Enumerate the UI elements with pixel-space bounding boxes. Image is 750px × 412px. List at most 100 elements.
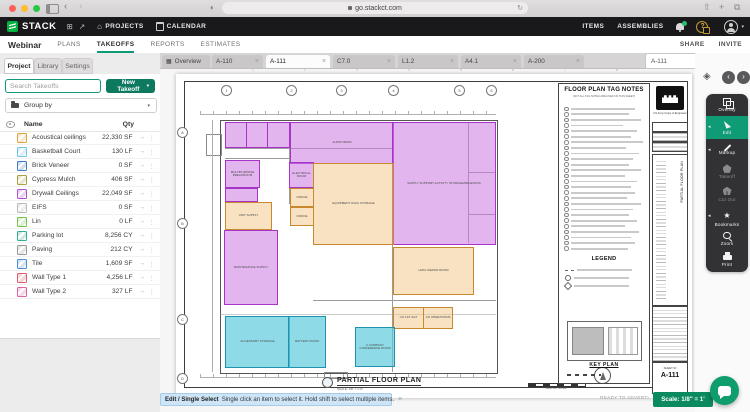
- takeoff-region[interactable]: SUPPLY SUPPORT ACTIVITY STORAGE/RECEIVIN…: [392, 122, 496, 245]
- goto-arrow-icon[interactable]: →: [139, 204, 146, 211]
- takeoff-row[interactable]: Drywall Ceilings 22,049 SF → ⋮: [0, 187, 160, 201]
- share-button[interactable]: SHARE: [680, 41, 705, 48]
- chat-launcher[interactable]: [710, 376, 739, 405]
- goto-arrow-icon[interactable]: →: [139, 288, 146, 295]
- plan-tab[interactable]: ▦ A-111 ×: [266, 55, 330, 68]
- drawing-sheet[interactable]: 123456 ABCD AUDITORIUM SUPPLY SUPPORT AC: [176, 74, 692, 398]
- fullscreen-window-button[interactable]: [33, 5, 40, 12]
- layers-icon[interactable]: ◈: [703, 71, 711, 82]
- browser-back-button[interactable]: ‹: [64, 1, 67, 12]
- goto-arrow-icon[interactable]: →: [139, 162, 146, 169]
- close-tab-icon[interactable]: ×: [576, 58, 580, 65]
- takeoff-region[interactable]: [267, 122, 290, 148]
- row-menu-icon[interactable]: ⋮: [149, 246, 156, 254]
- panel-tab-settings[interactable]: Settings: [62, 58, 93, 74]
- tool-button[interactable]: ◂ Markup: [706, 139, 748, 161]
- takeoff-row[interactable]: Acoustical ceilings 22,330 SF → ⋮: [0, 131, 160, 145]
- panel-tab-library[interactable]: Library: [34, 58, 62, 74]
- goto-arrow-icon[interactable]: →: [139, 148, 146, 155]
- row-menu-icon[interactable]: ⋮: [149, 204, 156, 212]
- browser-sidebar-icon[interactable]: [46, 4, 59, 14]
- brand-name[interactable]: STACK: [22, 21, 57, 32]
- tool-button[interactable]: ◂ Cut Out: [706, 183, 748, 205]
- notifications-bell-icon[interactable]: [676, 23, 684, 30]
- plan-tab[interactable]: ▦ A4.1 ×: [461, 55, 521, 68]
- account-caret-icon[interactable]: ▾: [741, 24, 744, 30]
- tool-button[interactable]: ◂ Takeoff: [706, 161, 748, 183]
- new-takeoff-button[interactable]: New Takeoff ▾: [106, 79, 155, 93]
- takeoff-region[interactable]: EQUIPMENT HVAC STORAGE: [313, 163, 394, 245]
- takeoff-row[interactable]: Brick Veneer 0 SF → ⋮: [0, 159, 160, 173]
- nav-items[interactable]: ITEMS: [582, 23, 604, 30]
- goto-arrow-icon[interactable]: →: [139, 190, 146, 197]
- close-tab-icon[interactable]: ×: [450, 58, 454, 65]
- takeoff-row[interactable]: Cypress Mulch 406 SF → ⋮: [0, 173, 160, 187]
- takeoff-region[interactable]: [225, 188, 258, 202]
- row-menu-icon[interactable]: ⋮: [149, 288, 156, 296]
- tool-button[interactable]: ◂ Edit: [706, 116, 748, 138]
- takeoff-row[interactable]: Paving 212 CY → ⋮: [0, 243, 160, 257]
- goto-arrow-icon[interactable]: →: [139, 134, 146, 141]
- reload-icon[interactable]: ↻: [517, 4, 523, 12]
- tab-plans[interactable]: PLANS: [57, 36, 80, 53]
- takeoff-region[interactable]: [225, 122, 247, 148]
- panel-tab-project[interactable]: Project: [4, 58, 34, 74]
- reader-mode-icon[interactable]: ◐: [210, 3, 215, 12]
- tab-takeoffs[interactable]: TAKEOFFS: [97, 36, 135, 53]
- takeoff-row[interactable]: EIFS 0 SF → ⋮: [0, 201, 160, 215]
- plan-tab[interactable]: ▦ L1.2 ×: [398, 55, 458, 68]
- row-menu-icon[interactable]: ⋮: [149, 260, 156, 268]
- takeoff-row[interactable]: Lin 0 LF → ⋮: [0, 215, 160, 229]
- account-avatar[interactable]: [724, 20, 738, 34]
- row-menu-icon[interactable]: ⋮: [149, 190, 156, 198]
- takeoff-region[interactable]: AUDITORIUM: [290, 122, 394, 164]
- takeoff-region[interactable]: MAINTENANCE SUPPLY: [224, 230, 278, 305]
- invite-button[interactable]: INVITE: [719, 41, 742, 48]
- stack-logo-icon[interactable]: [7, 21, 18, 32]
- plan-tab[interactable]: ▦ A-110 ×: [212, 55, 263, 68]
- close-tab-icon[interactable]: ×: [513, 58, 517, 65]
- nav-assemblies[interactable]: ASSEMBLIES: [617, 23, 663, 30]
- tooltip-close-icon[interactable]: ×: [398, 396, 402, 403]
- takeoff-region[interactable]: HVAC REPAIR ROOM: [393, 247, 474, 295]
- address-bar[interactable]: go.stackct.com ↻: [222, 2, 528, 14]
- next-page-button[interactable]: ›: [737, 71, 750, 84]
- nav-calendar[interactable]: CALENDAR: [156, 22, 207, 31]
- takeoff-region[interactable]: BATTERY ROOM: [288, 316, 326, 368]
- row-menu-icon[interactable]: ⋮: [149, 148, 156, 156]
- takeoff-row[interactable]: Parking lot 8,256 CY → ⋮: [0, 229, 160, 243]
- new-tab-icon[interactable]: +: [719, 2, 724, 12]
- tool-button[interactable]: ◂ Zoom: [706, 228, 748, 250]
- tool-button[interactable]: ◂ Bookmarks: [706, 205, 748, 227]
- takeoff-region[interactable]: UNIT SUPPLY: [225, 202, 272, 230]
- goto-arrow-icon[interactable]: →: [139, 260, 146, 267]
- minimize-window-button[interactable]: [21, 5, 28, 12]
- takeoff-region[interactable]: ELECTRICAL ROOM: [289, 162, 314, 188]
- row-menu-icon[interactable]: ⋮: [149, 176, 156, 184]
- close-tab-icon[interactable]: ×: [387, 58, 391, 65]
- plan-tab[interactable]: ▦ C7.0 ×: [333, 55, 395, 68]
- takeoff-row[interactable]: Basketball Court 130 LF → ⋮: [0, 145, 160, 159]
- previous-page-button[interactable]: ‹: [722, 71, 735, 84]
- tab-overview-icon[interactable]: ⧉: [734, 2, 740, 13]
- takeoff-row[interactable]: Tile 1,609 SF → ⋮: [0, 257, 160, 271]
- takeoff-region[interactable]: OFFICE: [290, 207, 314, 226]
- browser-forward-button[interactable]: ›: [79, 1, 82, 12]
- row-menu-icon[interactable]: ⋮: [149, 274, 156, 282]
- tab-reports[interactable]: REPORTS: [150, 36, 184, 53]
- visibility-eye-icon[interactable]: [6, 121, 15, 128]
- close-tab-icon[interactable]: ×: [322, 58, 326, 65]
- takeoff-region[interactable]: C COMPANY CONFERENCE ROOM: [355, 327, 395, 367]
- plan-tab[interactable]: ▦ A-200 ×: [524, 55, 584, 68]
- nav-projects[interactable]: ⌂ PROJECTS: [97, 22, 143, 31]
- takeoff-region[interactable]: OFFICE: [290, 188, 314, 207]
- expand-icon[interactable]: ⊞: [67, 22, 73, 31]
- goto-arrow-icon[interactable]: →: [139, 274, 146, 281]
- takeoff-region[interactable]: CO OPERATIONS: [423, 307, 453, 329]
- row-menu-icon[interactable]: ⋮: [149, 218, 156, 226]
- row-menu-icon[interactable]: ⋮: [149, 162, 156, 170]
- takeoff-row[interactable]: Wall Type 2 327 LF → ⋮: [0, 285, 160, 299]
- takeoff-region[interactable]: CO 1ST SGT: [393, 307, 424, 329]
- search-input[interactable]: [5, 79, 101, 93]
- tab-estimates[interactable]: ESTIMATES: [201, 36, 241, 53]
